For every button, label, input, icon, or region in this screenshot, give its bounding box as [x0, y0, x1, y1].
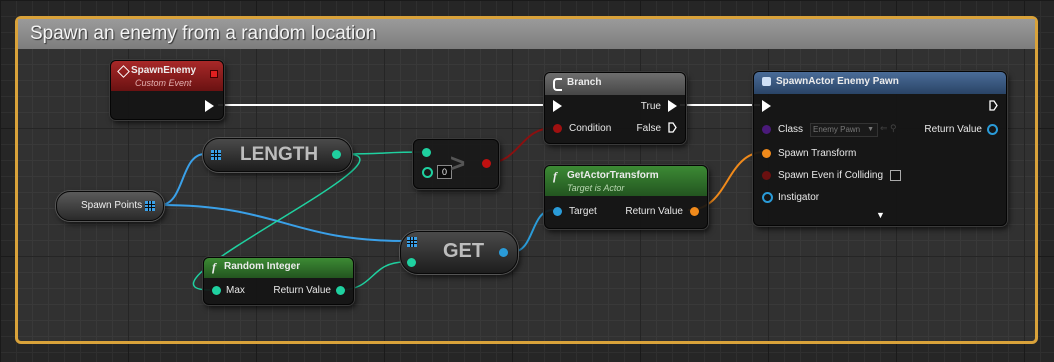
- instigator-label: Instigator: [778, 192, 820, 203]
- random-integer-header: f Random Integer: [204, 258, 353, 278]
- colliding-pin[interactable]: [762, 171, 771, 180]
- array-wire-length: [159, 153, 206, 206]
- exec-out-pin[interactable]: [205, 100, 214, 112]
- spawn-exec-out-pin[interactable]: [989, 100, 998, 111]
- gat-title: GetActorTransform: [567, 170, 659, 181]
- class-label: Class: [778, 124, 804, 135]
- spawn-exec-in-pin[interactable]: [762, 100, 771, 112]
- instigator-pin[interactable]: [762, 192, 773, 203]
- spawn-enemy-header: SpawnEnemy Custom Event: [111, 61, 223, 91]
- spawn-actor-header: SpawnActor Enemy Pawn: [754, 72, 1006, 94]
- branch-condition-label: Condition: [569, 123, 612, 134]
- branch-node[interactable]: Branch True Condition False: [544, 72, 686, 144]
- chevron-down-icon: ▼: [867, 126, 874, 133]
- compare-b-pin-icon[interactable]: [422, 167, 433, 178]
- gat-return-label: Return Value: [625, 206, 683, 217]
- spawn-transform-label: Spawn Transform: [778, 148, 857, 159]
- random-integer-node[interactable]: f Random Integer Max Return Value: [203, 257, 354, 305]
- array-in-pin[interactable]: [211, 150, 221, 160]
- length-label: LENGTH: [240, 144, 319, 165]
- spawn-transform-pin[interactable]: [762, 149, 771, 158]
- array-wire-get: [159, 204, 406, 242]
- spawn-enemy-subtitle: Custom Event: [135, 78, 192, 88]
- spawn-return-label: Return Value: [924, 124, 982, 135]
- class-dropdown-value: Enemy Pawn: [813, 125, 861, 134]
- function-icon: f: [553, 169, 557, 183]
- branch-true-pin[interactable]: [668, 100, 677, 112]
- transform-out-pin[interactable]: [690, 207, 699, 216]
- branch-exec-in-pin[interactable]: [553, 100, 562, 112]
- compare-node[interactable]: 0 >: [413, 139, 499, 189]
- spawn-icon: [762, 77, 771, 86]
- browse-arrow-icon[interactable]: ⇐ ⚲: [880, 123, 897, 134]
- branch-icon: [553, 78, 562, 91]
- branch-header: Branch: [545, 73, 685, 95]
- gat-subtitle: Target is Actor: [567, 183, 625, 193]
- random-integer-title: Random Integer: [224, 261, 301, 272]
- spawn-points-label: Spawn Points: [81, 200, 143, 211]
- colliding-checkbox[interactable]: [890, 170, 901, 181]
- get-out-pin[interactable]: [499, 248, 508, 257]
- target-pin[interactable]: [553, 207, 562, 216]
- branch-false-label: False: [636, 123, 661, 134]
- max-pin[interactable]: [212, 286, 221, 295]
- get-actor-transform-node[interactable]: f GetActorTransform Target is Actor Targ…: [544, 165, 708, 229]
- condition-pin[interactable]: [553, 124, 562, 133]
- max-label: Max: [226, 285, 245, 296]
- branch-false-pin[interactable]: [668, 122, 677, 133]
- spawn-enemy-node[interactable]: SpawnEnemy Custom Event: [110, 60, 224, 120]
- gat-header: f GetActorTransform Target is Actor: [545, 166, 707, 196]
- branch-true-label: True: [640, 101, 661, 112]
- class-dropdown[interactable]: Enemy Pawn ▼: [810, 123, 878, 137]
- get-array-in-pin[interactable]: [407, 237, 417, 247]
- random-return-label: Return Value: [273, 285, 331, 296]
- compare-a-pin[interactable]: [422, 148, 431, 157]
- get-node[interactable]: GET: [400, 231, 518, 274]
- random-return-pin[interactable]: [336, 286, 345, 295]
- branch-title: Branch: [567, 77, 602, 88]
- spawn-return-pin[interactable]: [987, 124, 998, 135]
- expand-arrow-icon[interactable]: ▼: [876, 210, 885, 220]
- class-pin[interactable]: [762, 125, 771, 134]
- spawn-points-node[interactable]: Spawn Points: [56, 191, 164, 221]
- spawn-actor-node[interactable]: SpawnActor Enemy Pawn Class Enemy Pawn ▼…: [753, 71, 1007, 226]
- compare-out-pin[interactable]: [482, 159, 491, 168]
- length-node[interactable]: LENGTH: [203, 138, 352, 172]
- int-out-pin[interactable]: [332, 150, 341, 159]
- spawn-actor-title: SpawnActor Enemy Pawn: [776, 76, 899, 87]
- colliding-label: Spawn Even if Colliding: [778, 170, 884, 181]
- gat-target-label: Target: [569, 206, 597, 217]
- get-label: GET: [443, 240, 485, 262]
- spawn-enemy-title: SpawnEnemy: [131, 65, 197, 76]
- greater-than-icon: >: [450, 148, 466, 178]
- delegate-pin-icon[interactable]: [210, 70, 218, 78]
- function-icon: f: [212, 260, 216, 274]
- spawn-points-out-pin[interactable]: [145, 201, 155, 211]
- get-index-in-pin[interactable]: [407, 258, 416, 267]
